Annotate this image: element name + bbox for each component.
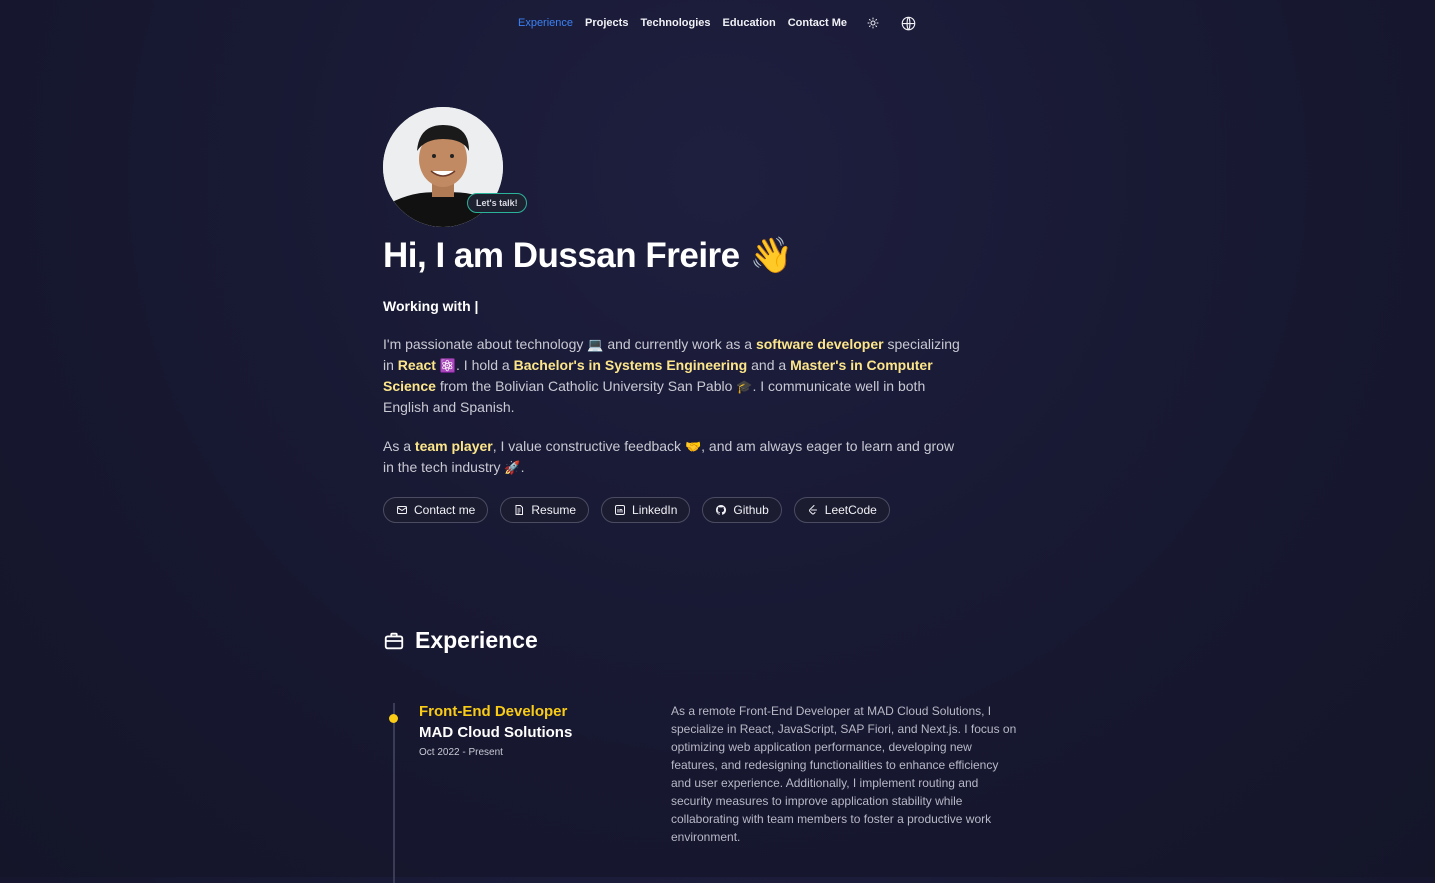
github-label: Github <box>733 503 769 517</box>
globe-icon[interactable] <box>899 14 917 32</box>
text-span: and a <box>747 357 791 373</box>
text-span: from the Bolivian Catholic University Sa… <box>435 378 737 394</box>
text-span: As a <box>383 438 415 454</box>
sun-icon[interactable] <box>864 14 882 32</box>
nav-technologies[interactable]: Technologies <box>640 17 710 29</box>
text-span: , I value constructive feedback <box>492 438 685 454</box>
github-icon <box>716 504 727 515</box>
nav-education[interactable]: Education <box>723 17 776 29</box>
highlight-team-player: team player <box>414 438 493 454</box>
page-title-text: Hi, I am Dussan Freire <box>383 235 740 275</box>
atom-icon: ⚛️ <box>439 358 457 373</box>
highlight-software-developer: software developer <box>755 336 884 352</box>
nav-projects[interactable]: Projects <box>585 17 628 29</box>
linkedin-label: LinkedIn <box>632 503 678 517</box>
resume-icon <box>515 505 524 515</box>
text-span: . <box>520 459 525 475</box>
job-description: As a remote Front-End Developer at MAD C… <box>671 704 1017 844</box>
job-dates: Oct 2022 - Present <box>419 747 503 758</box>
job-entry: Front-End Developer MAD Cloud Solutions … <box>419 703 659 758</box>
highlight-react: React <box>397 357 436 373</box>
leetcode-icon <box>808 505 817 515</box>
leetcode-label: LeetCode <box>824 503 877 517</box>
job-role: Front-End Developer <box>419 703 568 720</box>
lets-talk-badge[interactable]: Let's talk! <box>467 193 527 213</box>
social-buttons: Contact me Resume LinkedIn Github LeetCo… <box>383 497 983 523</box>
avatar-container: Let's talk! <box>383 107 543 229</box>
rocket-icon: 🚀 <box>504 460 521 475</box>
text-span: . I hold a <box>456 357 514 373</box>
leetcode-button[interactable]: LeetCode <box>793 497 890 523</box>
nav-experience[interactable]: Experience <box>518 17 573 29</box>
github-button[interactable]: Github <box>702 497 782 523</box>
highlight-bachelors: Bachelor's in Systems Engineering <box>513 357 748 373</box>
top-navigation: Experience Projects Technologies Educati… <box>0 14 1435 32</box>
timeline-line <box>393 703 395 883</box>
typing-text: Working with | <box>383 298 479 314</box>
hero-section: Let's talk! Hi, I am Dussan Freire 👋 Wor… <box>383 107 983 523</box>
about-paragraph-2: As a team player, I value constructive f… <box>383 436 963 478</box>
timeline-dot <box>389 714 398 723</box>
waving-hand-icon: 👋 <box>749 236 794 275</box>
resume-label: Resume <box>531 503 577 517</box>
resume-button[interactable]: Resume <box>500 497 590 523</box>
page-title: Hi, I am Dussan Freire 👋 <box>383 235 983 276</box>
contact-me-label: Contact me <box>414 503 476 517</box>
linkedin-icon <box>615 505 626 515</box>
text-span: and currently work as a <box>603 336 756 352</box>
laptop-icon: 💻 <box>587 337 604 352</box>
text-span: I'm passionate about technology <box>383 336 588 352</box>
about-paragraph-1: I'm passionate about technology 💻 and cu… <box>383 334 963 418</box>
linkedin-button[interactable]: LinkedIn <box>601 497 691 523</box>
experience-heading-text: Experience <box>415 627 538 653</box>
graduation-cap-icon: 🎓 <box>736 379 753 394</box>
experience-heading: Experience <box>383 627 538 654</box>
job-company: MAD Cloud Solutions <box>419 724 573 741</box>
contact-me-button[interactable]: Contact me <box>383 497 489 523</box>
mail-icon <box>397 506 407 514</box>
nav-contact-me[interactable]: Contact Me <box>788 17 847 29</box>
handshake-icon: 🤝 <box>684 439 702 454</box>
briefcase-icon <box>384 632 404 649</box>
